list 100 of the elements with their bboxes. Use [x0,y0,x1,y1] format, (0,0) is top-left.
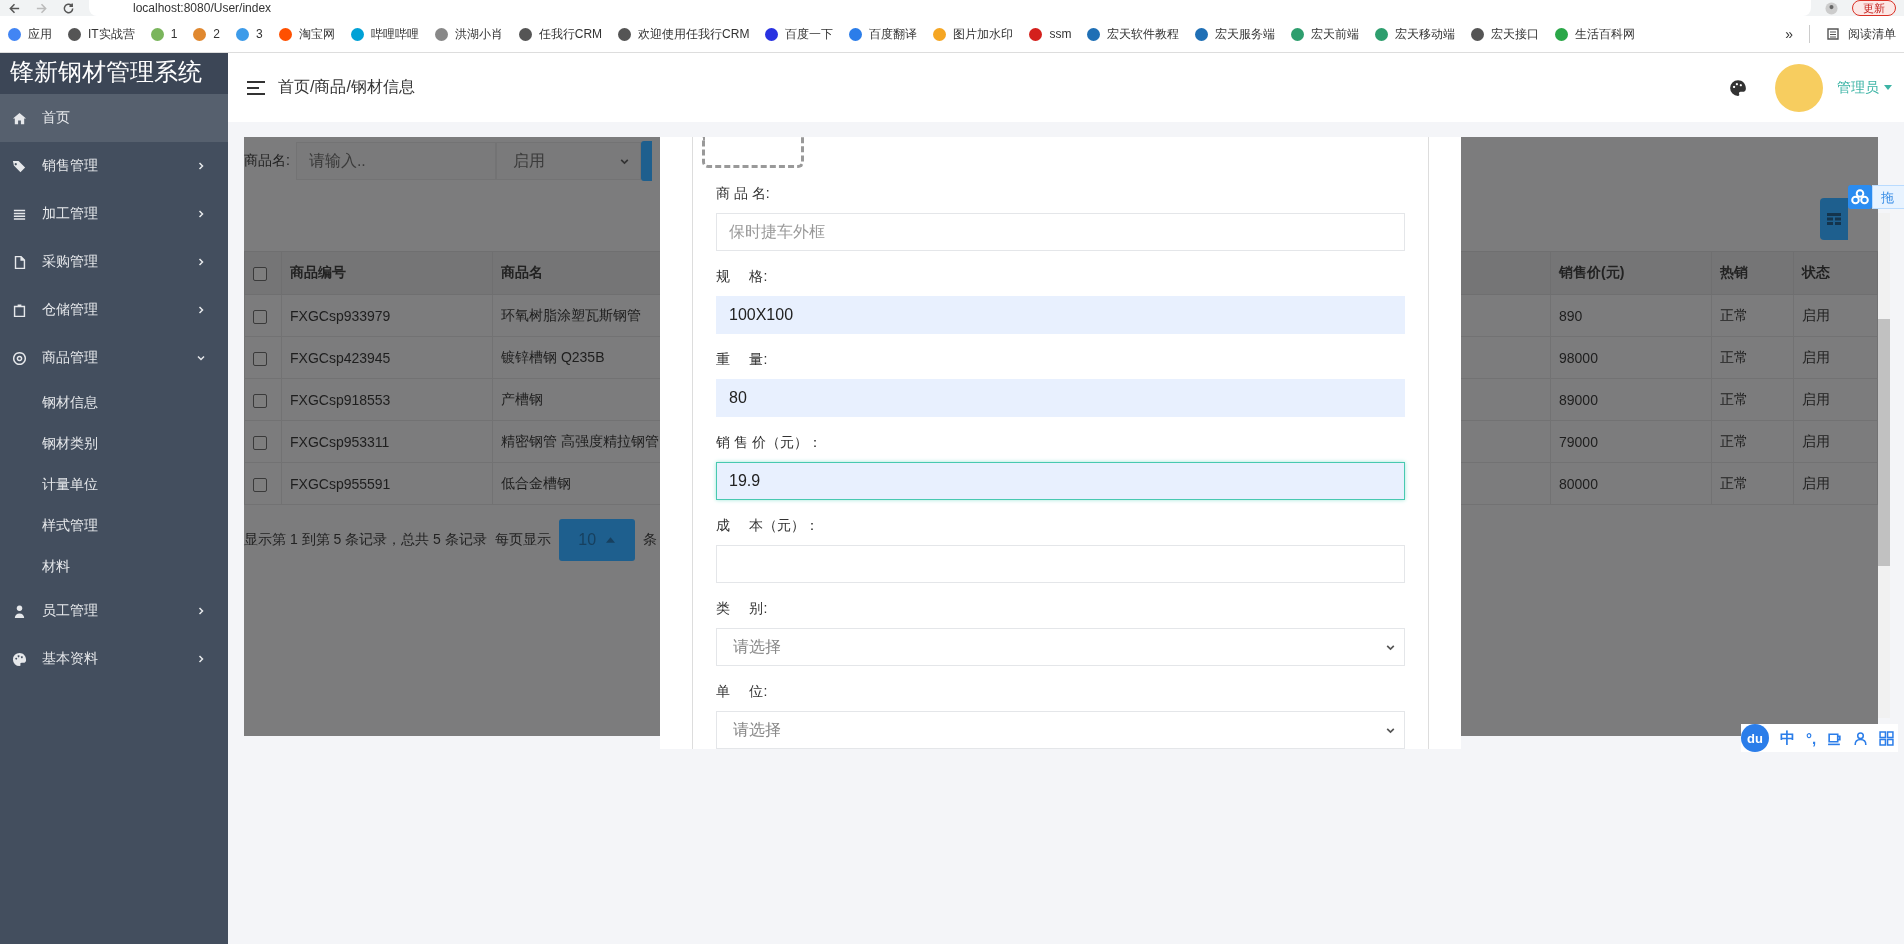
table-cell: 890 [1550,294,1712,337]
grid-icon[interactable] [1879,730,1895,746]
grid-icon [1826,211,1842,227]
filter-label: 商品名: [244,152,291,170]
bookmark-link[interactable]: 百度翻译 [869,25,918,43]
punctuation-toggle[interactable]: °, [1806,729,1817,747]
table-cell: 正常 [1711,378,1794,421]
row-checkbox[interactable] [253,477,267,492]
menu-icon[interactable] [246,79,266,96]
table-cell: 89000 [1550,378,1712,421]
sidebar-item[interactable]: 基本资料 [0,635,228,683]
bookmark-link[interactable]: ssm [1049,27,1072,41]
reload-icon[interactable] [62,1,75,15]
ime-logo[interactable]: du [1741,724,1769,752]
sidebar-subitem[interactable]: 计量单位 [0,464,228,505]
table-cell: 启用 [1793,294,1878,337]
back-icon[interactable] [8,1,21,15]
table-cell: FXGCsp918553 [281,378,493,421]
caret-icon [1884,85,1892,90]
cloud-icon[interactable] [1848,185,1872,209]
select-all-checkbox[interactable] [253,267,267,282]
input-field[interactable]: 保时捷车外框 [716,213,1405,251]
scrollbar[interactable] [1878,213,1890,718]
input-field[interactable] [716,545,1405,583]
input-mode-toggle[interactable]: 中 [1780,728,1795,748]
bookmark-link[interactable]: 应用 [28,25,52,43]
image-upload-box[interactable] [702,137,804,168]
reading-list-link[interactable]: 阅读清单 [1848,25,1896,43]
sidebar-item[interactable]: 加工管理 [0,190,228,238]
bookmark-link[interactable]: 宏天前端 [1311,25,1360,43]
sidebar-item[interactable]: 采购管理 [0,238,228,286]
forward-icon[interactable] [35,1,48,15]
table-cell: 80000 [1550,462,1712,505]
bookmark-link[interactable]: 淘宝网 [298,25,335,43]
table-cell: 启用 [1793,420,1878,463]
caret-up-icon [606,537,616,543]
page-size-label: 每页显示 [494,531,551,549]
sidebar-subitem[interactable]: 钢材信息 [0,382,228,423]
select-field[interactable]: 请选择 [716,711,1405,749]
input-field[interactable]: 19.9 [716,462,1405,500]
profile-icon[interactable] [1825,1,1838,15]
column-header: 热销 [1711,251,1794,295]
row-checkbox[interactable] [253,435,267,450]
scrollbar-thumb[interactable] [1878,319,1890,566]
reading-list-icon [1826,27,1840,41]
clipboard-icon [12,302,27,318]
sidebar-item[interactable]: 销售管理 [0,142,228,190]
column-header: 销售价(元) [1550,251,1712,295]
bookmark-link[interactable]: 任我行CRM [538,25,603,43]
pagination-summary: 显示第 1 到第 5 条记录，总共 5 条记录 [244,531,487,549]
input-field[interactable]: 100X100 [716,296,1405,334]
palette-icon[interactable] [1729,78,1747,97]
tag-icon [12,158,27,174]
bookmark-link[interactable]: 宏天软件教程 [1107,25,1180,43]
sidebar-item[interactable]: 仓储管理 [0,286,228,334]
bookmark-link[interactable]: 百度一下 [785,25,834,43]
bookmark-link[interactable]: 洪湖小肖 [454,25,503,43]
sidebar-item[interactable]: 首页 [0,94,228,142]
column-header: 商品编号 [281,251,493,295]
select-field[interactable]: 请选择 [716,628,1405,666]
row-checkbox[interactable] [253,351,267,366]
document-icon [12,254,27,270]
sidebar-item[interactable]: 员工管理 [0,587,228,635]
update-button[interactable]: 更新 [1852,0,1896,16]
sidebar-subitem[interactable]: 材料 [0,546,228,587]
bookmark-link[interactable]: 1 [170,27,178,41]
more-bookmarks-button[interactable]: » [1785,26,1793,42]
columns-button[interactable] [1820,198,1848,240]
bookmark-link[interactable]: 宏天服务端 [1215,25,1276,43]
row-checkbox[interactable] [253,393,267,408]
table-cell: 98000 [1550,336,1712,379]
address-field[interactable]: localhost:8080/User/index [89,0,1811,16]
table-cell: FXGCsp933979 [281,294,493,337]
bookmark-link[interactable]: 图片加水印 [953,25,1014,43]
bookmark-link[interactable]: 生活百科网 [1575,25,1636,43]
user-icon[interactable] [1853,730,1869,746]
bookmark-link[interactable]: IT实战营 [88,25,135,43]
breadcrumb: 首页/商品/钢材信息 [278,77,415,97]
table-cell: 正常 [1711,294,1794,337]
table-cell: 79000 [1550,420,1712,463]
target-icon [12,350,27,366]
bookmark-link[interactable]: 宏天接口 [1491,25,1540,43]
cup-icon[interactable] [1827,730,1843,746]
bookmark-link[interactable]: 2 [213,27,221,41]
sidebar-subitem[interactable]: 钢材类别 [0,423,228,464]
bookmark-link[interactable]: 欢迎使用任我行CRM [638,25,750,43]
table-cell: FXGCsp953311 [281,420,493,463]
field-label: 成 本（元）： [716,516,821,535]
search-field[interactable]: 请输入.. [295,142,496,180]
input-field[interactable]: 80 [716,379,1405,417]
row-checkbox[interactable] [253,309,267,324]
bookmark-link[interactable]: 3 [256,27,263,41]
sidebar-subitem[interactable]: 样式管理 [0,505,228,546]
column-header: 状态 [1793,251,1878,295]
person-icon [12,603,27,619]
app-title: 锋新钢材管理系统 [0,53,228,94]
sidebar-item[interactable]: 商品管理 [0,334,228,382]
bookmark-link[interactable]: 哔哩哔哩 [370,25,419,43]
avatar[interactable] [1775,63,1823,112]
bookmark-link[interactable]: 宏天移动端 [1395,25,1456,43]
